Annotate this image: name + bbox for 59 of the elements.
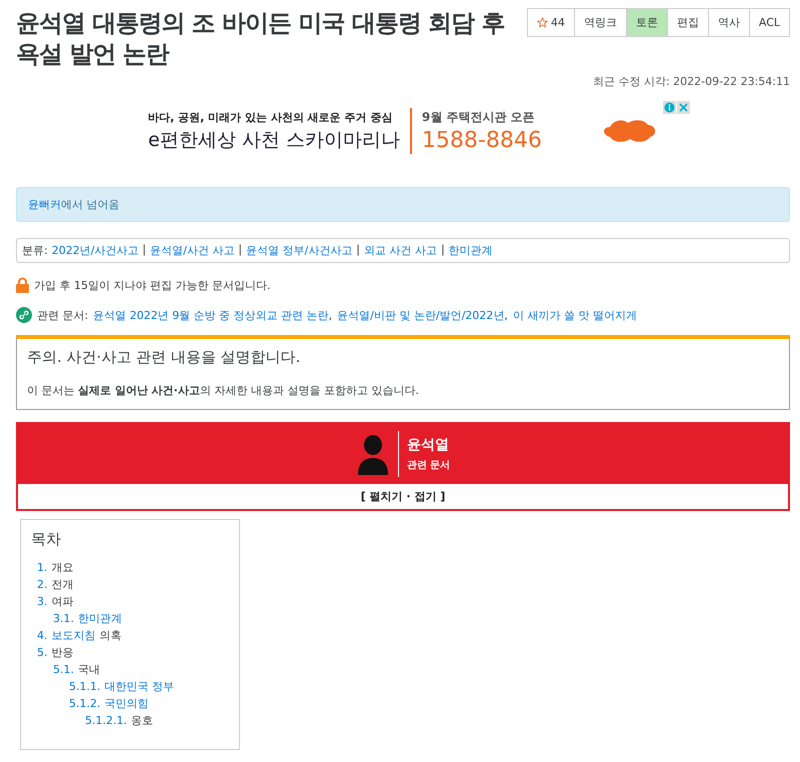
ad-brand: e편한세상 사천 스카이마리나 xyxy=(148,128,400,152)
toc-number-link[interactable]: 2. xyxy=(37,576,48,593)
toc-number-link[interactable]: 5.1. xyxy=(53,661,74,678)
redirect-link[interactable]: 윤뻐커 xyxy=(28,198,61,211)
separator: , xyxy=(328,308,332,322)
person-silhouette-icon xyxy=(356,433,390,475)
toc-text: 전개 xyxy=(52,577,74,593)
toolbar-button[interactable]: 토론 xyxy=(626,9,667,36)
toc-title: 목차 xyxy=(31,530,62,549)
toc-number-link[interactable]: 5.1.2. xyxy=(69,695,100,712)
page-title: 윤석열 대통령의 조 바이든 미국 대통령 회담 후 욕설 발언 논란 xyxy=(16,8,506,70)
toc-link[interactable]: 대한민국 정부 xyxy=(104,678,174,695)
toc-link[interactable]: 국민의힘 xyxy=(104,695,148,712)
caution-heading: 주의. 사건·사고 관련 내용을 설명합니다. xyxy=(27,348,302,367)
toc-number-link[interactable]: 5.1.2.1. xyxy=(85,712,127,729)
toc-number-link[interactable]: 1. xyxy=(37,559,48,576)
last-modified-text: 최근 수정 시각: 2022-09-22 23:54:11 xyxy=(592,74,790,89)
toc-text: 국내 xyxy=(78,662,100,678)
related-label: 관련 문서: xyxy=(37,308,88,322)
toc-number-link[interactable]: 5. xyxy=(37,644,48,661)
toc-number-link[interactable]: 4. xyxy=(37,627,48,644)
category-link[interactable]: 윤석열 정부/사건사고 xyxy=(246,243,352,258)
toc-text: 반응 xyxy=(52,645,74,661)
toc-text: 여파 xyxy=(52,594,74,610)
link-icon xyxy=(16,307,32,323)
ad-phone: 1588-8846 xyxy=(422,128,542,153)
toc-number-link[interactable]: 3.1. xyxy=(53,610,74,627)
category-link[interactable]: 윤석열/사건 사고 xyxy=(150,243,234,258)
related-link[interactable]: 윤석열/비판 및 논란/발언/2022년 xyxy=(337,308,504,322)
category-link[interactable]: 한미관계 xyxy=(448,243,493,258)
related-link[interactable]: 이 새끼가 쓸 맛 떨어지게 xyxy=(512,308,637,322)
related-subtitle: 관련 문서 xyxy=(406,459,450,472)
category-link[interactable]: 2022년/사건사고 xyxy=(52,243,138,258)
toc-text: 옹호 xyxy=(130,713,153,729)
cloud-icon xyxy=(602,117,658,145)
related-person-name: 윤석열 xyxy=(406,436,450,454)
toc-number-link[interactable]: 3. xyxy=(37,593,48,610)
separator: | xyxy=(440,243,445,258)
separator: | xyxy=(238,243,242,258)
toc-text: 개요 xyxy=(52,560,74,576)
caution-text: 이 문서는 실제로 일어난 사건·사고의 자세한 내용과 설명을 포함하고 있습니다. xyxy=(27,383,420,398)
redirect-text: 에서 넘어옴 xyxy=(61,198,120,211)
ad-event: 9월 주택전시관 오픈 xyxy=(422,109,536,126)
star-icon xyxy=(536,17,548,28)
separator: , xyxy=(504,308,508,322)
related-link[interactable]: 윤석열 2022년 9월 순방 중 정상외교 관련 논란 xyxy=(93,308,329,322)
toc-number-link[interactable]: 5.1.1. xyxy=(69,678,100,695)
lock-icon xyxy=(16,277,29,293)
separator: | xyxy=(356,243,360,258)
separator: | xyxy=(142,243,146,258)
close-icon[interactable] xyxy=(677,101,690,114)
category-label: 분류: xyxy=(22,243,48,258)
edit-notice-text: 가입 후 15일이 지나야 편집 가능한 문서입니다. xyxy=(34,278,270,292)
ad-tagline: 바다, 공원, 미래가 있는 사천의 새로운 주거 중심 xyxy=(148,110,394,124)
category-link[interactable]: 외교 사건 사고 xyxy=(364,243,437,258)
toc-link[interactable]: 한미관계 xyxy=(78,610,122,627)
toc-link[interactable]: 보도지침 xyxy=(52,627,96,644)
info-icon[interactable] xyxy=(663,101,676,114)
toc-text: 의혹 xyxy=(100,628,122,644)
